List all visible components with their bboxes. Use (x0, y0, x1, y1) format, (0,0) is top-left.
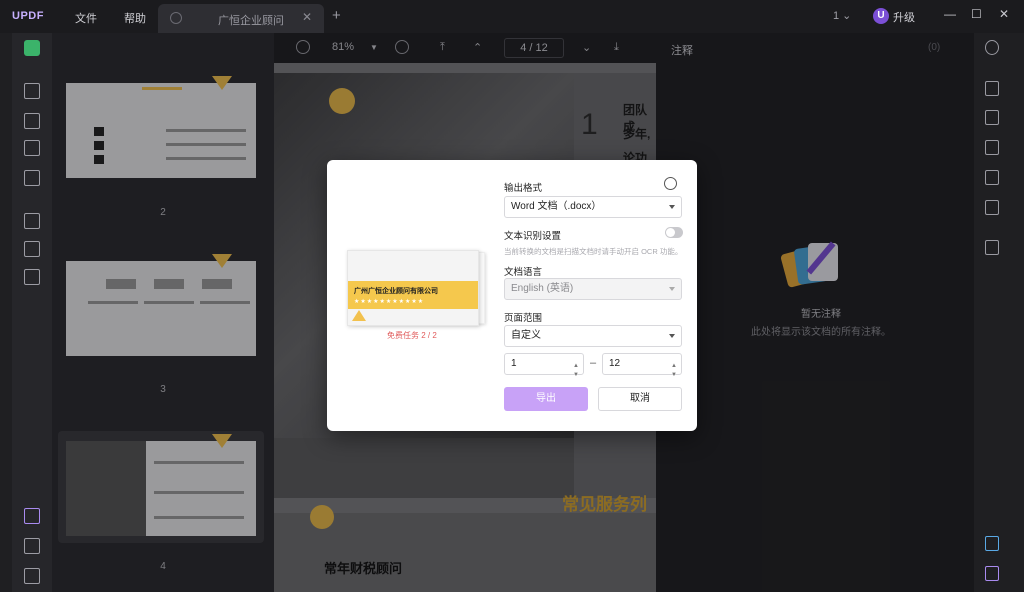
tab-title: 广恒企业顾问 (218, 15, 284, 27)
bookmark-icon[interactable] (24, 538, 40, 554)
close-tab-icon[interactable]: ✕ (302, 10, 312, 24)
ocr-settings-label: 文本识别设置 (504, 231, 562, 242)
user-avatar[interactable]: U (873, 8, 889, 24)
crop-icon[interactable] (24, 241, 40, 257)
ai-assistant-icon[interactable] (985, 536, 999, 551)
menu-file[interactable]: 文件 (75, 10, 97, 26)
document-preview: 广州广恒企业顾问有限公司 ★★★★★★★★★★★ (347, 250, 479, 326)
export-dialog: 广州广恒企业顾问有限公司 ★★★★★★★★★★★ 免费任务 2 / 2 输出格式… (327, 160, 697, 431)
chevron-down-icon (669, 334, 675, 338)
close-window-button[interactable]: ✕ (999, 7, 1009, 21)
share-icon[interactable] (985, 170, 999, 185)
page-range-select-value: 自定义 (511, 330, 541, 341)
layers-icon[interactable] (24, 508, 40, 524)
ocr-toggle[interactable] (665, 227, 683, 238)
edit-text-icon[interactable] (24, 113, 40, 129)
page-tools-icon[interactable] (24, 269, 40, 285)
chevron-down-icon (669, 205, 675, 209)
maximize-button[interactable]: ☐ (971, 7, 982, 21)
range-end-input[interactable]: 12 ▲ ▼ (602, 353, 682, 378)
title-bar: UPDF 文件 帮助 广恒企业顾问 ✕ + 1 ⌄ U 升级 — ☐ ✕ (0, 0, 1024, 33)
free-task-counter: 免费任务 2 / 2 (387, 331, 437, 340)
attachment-icon[interactable] (24, 568, 40, 584)
page-range-label: 页面范围 (504, 313, 543, 324)
document-tab[interactable]: 广恒企业顾问 ✕ (158, 4, 324, 33)
gear-icon[interactable] (664, 177, 677, 190)
highlight-tool-icon[interactable] (24, 83, 40, 99)
range-start-value: 1 (511, 358, 517, 369)
new-tab-button[interactable]: + (332, 7, 341, 24)
decrement-icon[interactable]: ▼ (573, 365, 579, 385)
chevron-down-icon (669, 287, 675, 291)
cancel-button[interactable]: 取消 (598, 387, 682, 411)
save-icon[interactable] (985, 240, 999, 255)
export-button[interactable]: 导出 (504, 387, 588, 411)
reader-icon[interactable] (24, 40, 40, 56)
language-select[interactable]: English (英语) (504, 278, 682, 300)
window-count-value: 1 (833, 10, 840, 22)
minimize-button[interactable]: — (944, 7, 956, 21)
right-toolbar (974, 33, 1010, 592)
form-icon[interactable] (24, 140, 40, 156)
page-range-select[interactable]: 自定义 (504, 325, 682, 347)
range-separator: – (590, 357, 597, 369)
upgrade-button[interactable]: 升级 (893, 9, 915, 25)
format-label: 输出格式 (504, 183, 543, 194)
fill-sign-icon[interactable] (24, 170, 40, 186)
ocr-hint: 当前转换的文档是扫描文档时请手动开启 OCR 功能。 (504, 247, 683, 256)
protect-icon[interactable] (985, 140, 999, 155)
language-select-value: English (英语) (511, 283, 574, 294)
format-select-value: Word 文档（.docx） (511, 201, 602, 212)
search-icon[interactable] (985, 40, 999, 55)
app-window: UPDF 文件 帮助 广恒企业顾问 ✕ + 1 ⌄ U 升级 — ☐ ✕ 2 3… (0, 0, 1024, 592)
comment-icon[interactable] (985, 566, 999, 581)
preview-company-name: 广州广恒企业顾问有限公司 (354, 288, 438, 295)
decrement-icon[interactable]: ▼ (671, 365, 677, 385)
preview-stars: ★★★★★★★★★★★ (354, 299, 425, 305)
format-select[interactable]: Word 文档（.docx） (504, 196, 682, 218)
window-count[interactable]: 1 ⌄ (833, 9, 851, 22)
cloud-icon (170, 12, 182, 24)
ocr-icon[interactable] (985, 81, 999, 96)
range-start-input[interactable]: 1 ▲ ▼ (504, 353, 584, 378)
left-toolbar (12, 33, 52, 592)
language-label: 文档语言 (504, 267, 543, 278)
email-icon[interactable] (985, 200, 999, 215)
range-end-value: 12 (609, 358, 621, 369)
organize-pages-icon[interactable] (24, 213, 40, 229)
menu-help[interactable]: 帮助 (124, 10, 146, 26)
app-logo: UPDF (12, 10, 44, 22)
convert-icon[interactable] (985, 110, 999, 125)
